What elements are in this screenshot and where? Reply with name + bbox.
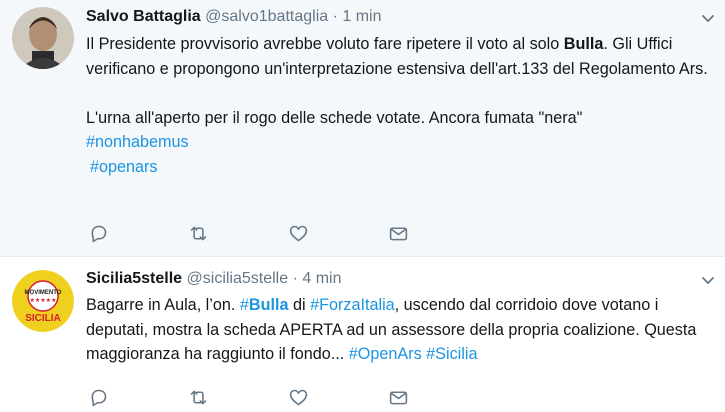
author-handle[interactable]: @salvo1battaglia: [205, 8, 328, 25]
hashtag-link[interactable]: #Sicilia: [426, 345, 477, 363]
message-icon: [389, 226, 408, 240]
tweet-text-part: L'urna all'aperto per il rogo delle sche…: [86, 108, 583, 127]
reply-button[interactable]: [88, 222, 188, 244]
hashtag-link[interactable]: #: [240, 296, 249, 314]
message-icon: [389, 390, 408, 404]
tweet-text: Bagarre in Aula, l’on. #Bulla di #ForzaI…: [86, 293, 716, 367]
tweet-text-part: Il Presidente provvisorio avrebbe voluto…: [86, 35, 564, 53]
timestamp[interactable]: 4 min: [302, 270, 341, 287]
message-button[interactable]: [388, 222, 488, 244]
tweet-salvo-battaglia[interactable]: Salvo Battaglia @salvo1battaglia · 1 min…: [0, 0, 725, 257]
reply-icon: [91, 389, 107, 406]
timestamp[interactable]: 1 min: [342, 8, 381, 25]
hashtag-link[interactable]: #nonhabemus: [86, 133, 189, 151]
author-name[interactable]: Salvo Battaglia: [86, 8, 201, 25]
tweet-text-part: di: [288, 296, 311, 314]
separator: ·: [292, 270, 298, 287]
tweet-sicilia5stelle[interactable]: MOVIMENTO ★★★★★ SICILIA Sicilia5stelle @…: [0, 257, 725, 412]
retweet-button[interactable]: [188, 222, 288, 244]
logo-text-top: MOVIMENTO: [25, 290, 62, 296]
chevron-down-icon[interactable]: [701, 274, 715, 288]
avatar[interactable]: MOVIMENTO ★★★★★ SICILIA: [12, 270, 74, 332]
reply-button[interactable]: [88, 386, 188, 408]
hashtag-link[interactable]: #OpenArs: [349, 345, 422, 363]
author-name[interactable]: Sicilia5stelle: [86, 270, 182, 287]
tweet-text-part: Bagarre in Aula, l’on.: [86, 296, 240, 314]
like-icon: [289, 389, 308, 405]
svg-text:★★★★★: ★★★★★: [30, 297, 57, 304]
message-button[interactable]: [388, 386, 488, 408]
tweet-text: Il Presidente provvisorio avrebbe voluto…: [86, 32, 716, 179]
retweet-icon: [190, 226, 207, 240]
movimento-logo-icon: MOVIMENTO ★★★★★ SICILIA: [12, 270, 74, 332]
hashtag-link[interactable]: #openars: [90, 158, 158, 176]
separator: ·: [332, 8, 338, 25]
like-icon: [289, 225, 308, 241]
logo-text-bottom: SICILIA: [25, 313, 61, 324]
profile-photo-icon: [12, 7, 74, 69]
like-button[interactable]: [288, 222, 388, 244]
chevron-down-icon[interactable]: [701, 12, 715, 26]
reply-icon: [91, 225, 107, 242]
bold-mention: Bulla: [563, 35, 604, 53]
hashtag-link-bold[interactable]: Bulla: [249, 296, 289, 314]
author-handle[interactable]: @sicilia5stelle: [187, 270, 289, 287]
retweet-button[interactable]: [188, 386, 288, 408]
like-button[interactable]: [288, 386, 388, 408]
hashtag-link[interactable]: #ForzaItalia: [310, 296, 395, 314]
retweet-icon: [190, 390, 207, 404]
avatar[interactable]: [12, 7, 74, 69]
